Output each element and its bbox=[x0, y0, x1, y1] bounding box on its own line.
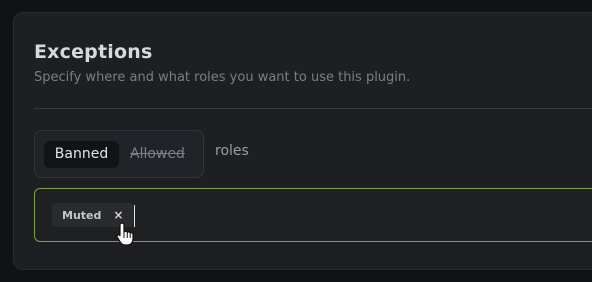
role-mode-toggle: Banned Allowed bbox=[34, 130, 204, 178]
allowed-option[interactable]: Allowed bbox=[130, 141, 185, 168]
exceptions-panel: Exceptions Specify where and what roles … bbox=[13, 12, 592, 270]
section-title: Exceptions bbox=[34, 41, 153, 63]
hand-pointer-icon bbox=[116, 222, 134, 246]
divider bbox=[34, 108, 592, 109]
banned-option[interactable]: Banned bbox=[44, 141, 119, 168]
roles-label: roles bbox=[215, 143, 249, 159]
role-tag-label: Muted bbox=[62, 208, 102, 222]
section-subtitle: Specify where and what roles you want to… bbox=[34, 70, 411, 85]
